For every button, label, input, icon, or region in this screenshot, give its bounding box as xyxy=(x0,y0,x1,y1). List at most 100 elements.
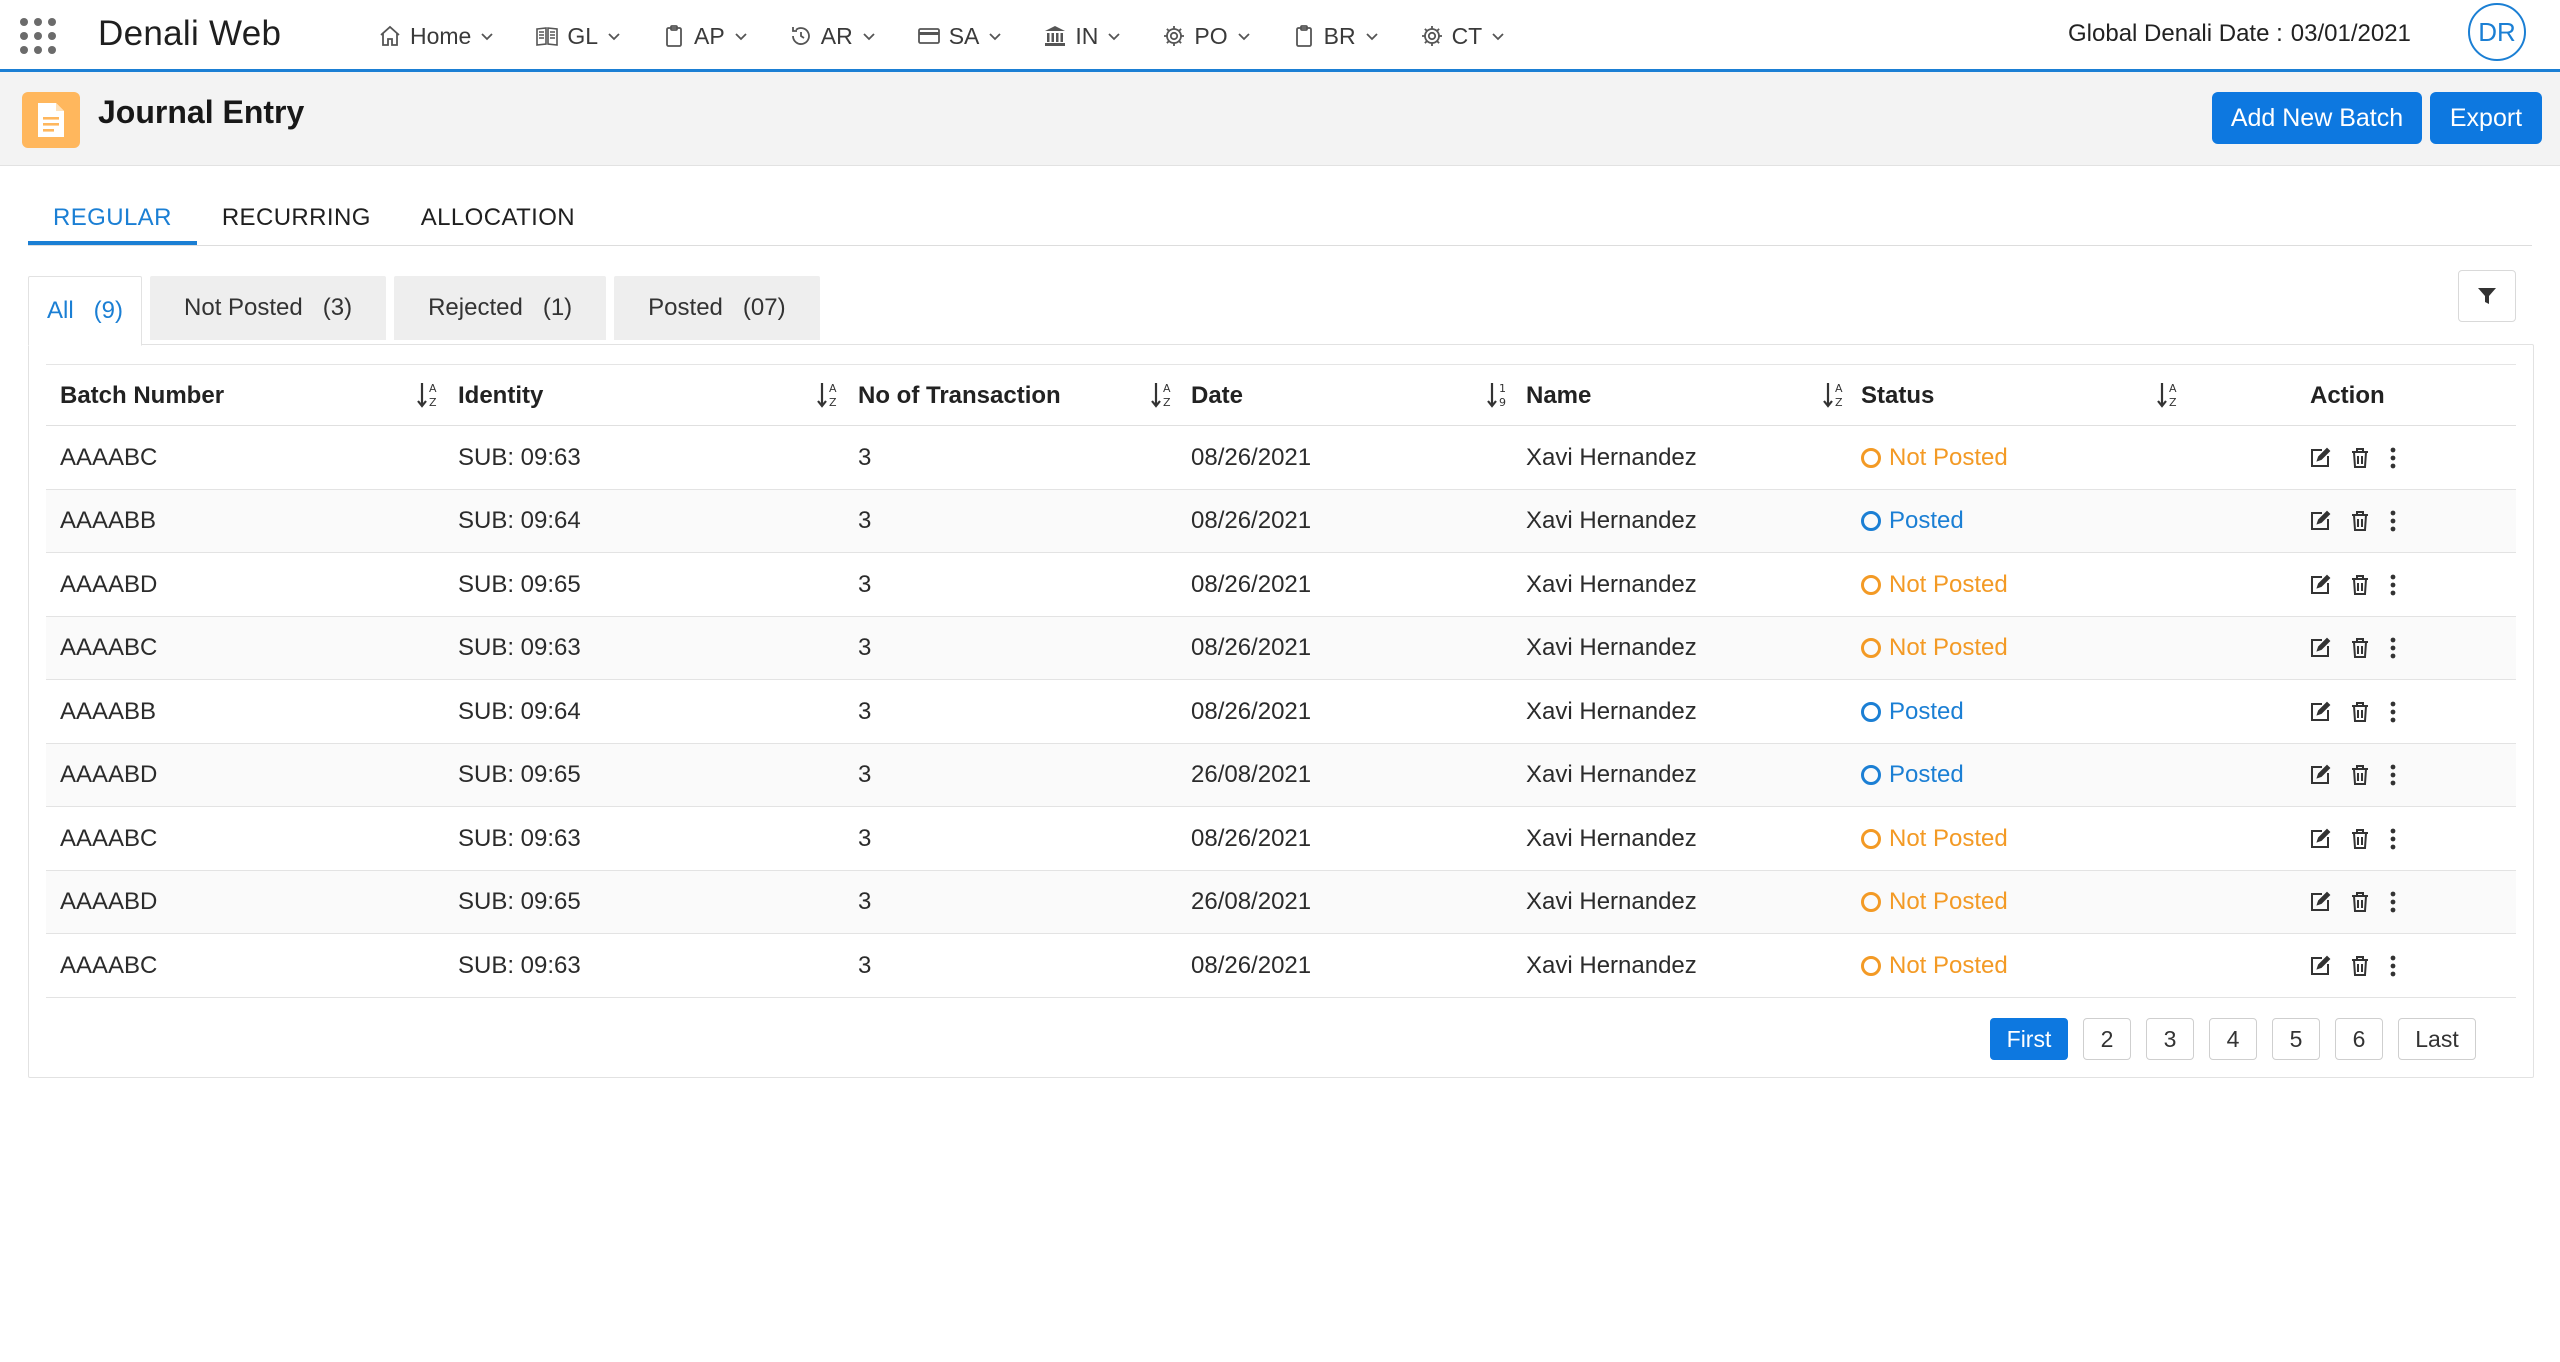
delete-icon[interactable] xyxy=(2348,636,2372,660)
sort-alpha-icon[interactable]: AZ xyxy=(816,379,842,411)
edit-icon[interactable] xyxy=(2308,954,2332,978)
export-button[interactable]: Export xyxy=(2430,92,2542,144)
transaction-count-cell: 3 xyxy=(858,570,872,598)
more-options-icon[interactable] xyxy=(2388,509,2398,533)
delete-icon[interactable] xyxy=(2348,573,2372,597)
tab-label: Posted xyxy=(648,294,723,321)
table-row[interactable]: AAAABB SUB: 09:64 3 08/26/2021 Xavi Hernande… xyxy=(46,680,2516,744)
identity-cell: SUB: 09:65 xyxy=(458,570,581,598)
page-button[interactable]: 5 xyxy=(2272,1018,2320,1060)
table-row[interactable]: AAAABD SUB: 09:65 3 08/26/2021 Xavi Hernande… xyxy=(46,553,2516,617)
delete-icon[interactable] xyxy=(2348,700,2372,724)
table-row[interactable]: AAAABC SUB: 09:63 3 08/26/2021 Xavi Hernande… xyxy=(46,616,2516,680)
name-cell: Xavi Hernandez xyxy=(1526,507,1697,534)
transaction-count-cell: 3 xyxy=(858,888,872,915)
page-last-button[interactable]: Last xyxy=(2398,1018,2476,1060)
tab-count: (1) xyxy=(542,294,573,321)
name-cell: Xavi Hernandez xyxy=(1526,697,1697,725)
status-circle-icon xyxy=(1861,892,1881,912)
identity-cell: SUB: 09:63 xyxy=(458,443,581,471)
row-actions xyxy=(2308,426,2398,489)
page-button[interactable]: 6 xyxy=(2335,1018,2383,1060)
tab-rejected[interactable]: Rejected (1) xyxy=(394,276,607,340)
sort-alpha-icon[interactable]: AZ xyxy=(2156,379,2182,411)
edit-icon[interactable] xyxy=(2308,636,2332,660)
sort-numeric-icon[interactable]: 19 xyxy=(1486,379,1512,411)
sort-alpha-icon[interactable]: AZ xyxy=(1150,379,1176,411)
nav-item-in[interactable]: IN xyxy=(1043,18,1122,54)
batch-number-cell: AAAABB xyxy=(60,697,157,725)
delete-icon[interactable] xyxy=(2348,827,2372,851)
global-date-value: 03/01/2021 xyxy=(2290,20,2411,47)
nav-item-sa[interactable]: SA xyxy=(917,18,1004,54)
table-row[interactable]: AAAABD SUB: 09:65 3 26/08/2021 Xavi Hernande… xyxy=(46,870,2516,934)
svg-text:A: A xyxy=(2169,382,2177,395)
delete-icon[interactable] xyxy=(2348,954,2372,978)
add-new-batch-button[interactable]: Add New Batch xyxy=(2212,92,2422,144)
nav-item-ar[interactable]: AR xyxy=(789,18,877,54)
table-row[interactable]: AAAABC SUB: 09:63 3 08/26/2021 Xavi Hernande… xyxy=(46,934,2516,998)
svg-text:A: A xyxy=(429,382,437,395)
tab-posted[interactable]: Posted (07) xyxy=(614,276,820,340)
nav-item-po[interactable]: PO xyxy=(1162,18,1251,54)
page-button[interactable]: 3 xyxy=(2146,1018,2194,1060)
delete-icon[interactable] xyxy=(2348,446,2372,470)
edit-icon[interactable] xyxy=(2308,827,2332,851)
status-badge: Posted xyxy=(1861,490,1964,553)
transaction-count-cell: 3 xyxy=(858,824,872,852)
status-label: Posted xyxy=(1889,507,1964,534)
edit-icon[interactable] xyxy=(2308,700,2332,724)
table-row[interactable]: AAAABD SUB: 09:65 3 26/08/2021 Xavi Hernande… xyxy=(46,743,2516,807)
tab-allocation[interactable]: ALLOCATION xyxy=(396,196,600,245)
edit-icon[interactable] xyxy=(2308,573,2332,597)
page-first-button[interactable]: First xyxy=(1990,1018,2068,1060)
edit-icon[interactable] xyxy=(2308,446,2332,470)
tab-all[interactable]: All (9) xyxy=(28,276,143,346)
more-options-icon[interactable] xyxy=(2388,890,2398,914)
status-circle-icon xyxy=(1861,638,1881,658)
nav-item-br[interactable]: BR xyxy=(1292,18,1380,54)
sort-alpha-icon[interactable]: AZ xyxy=(1822,379,1848,411)
nav-item-home[interactable]: Home xyxy=(378,18,495,54)
more-options-icon[interactable] xyxy=(2388,636,2398,660)
table-row[interactable]: AAAABB SUB: 09:64 3 08/26/2021 Xavi Hernande… xyxy=(46,489,2516,553)
transaction-count-cell: 3 xyxy=(858,951,872,979)
name-cell: Xavi Hernandez xyxy=(1526,443,1697,471)
status-circle-icon xyxy=(1861,511,1881,531)
batch-number-cell: AAAABD xyxy=(60,570,158,598)
date-cell: 26/08/2021 xyxy=(1191,888,1312,915)
tab-recurring[interactable]: RECURRING xyxy=(197,196,396,245)
batch-number-cell: AAAABB xyxy=(60,507,157,534)
more-options-icon[interactable] xyxy=(2388,954,2398,978)
more-options-icon[interactable] xyxy=(2388,573,2398,597)
date-cell: 08/26/2021 xyxy=(1191,507,1312,534)
app-launcher-icon[interactable] xyxy=(20,18,58,56)
filter-button[interactable] xyxy=(2458,270,2516,322)
global-date: Global Denali Date : 03/01/2021 xyxy=(2068,20,2411,48)
more-options-icon[interactable] xyxy=(2388,446,2398,470)
tab-regular[interactable]: REGULAR xyxy=(28,196,197,245)
delete-icon[interactable] xyxy=(2348,890,2372,914)
avatar[interactable]: DR xyxy=(2468,3,2526,61)
tab-count: (07) xyxy=(742,294,786,321)
nav-item-ct[interactable]: CT xyxy=(1420,18,1507,54)
nav-item-ap[interactable]: AP xyxy=(662,18,749,54)
status-label: Posted xyxy=(1889,761,1964,788)
delete-icon[interactable] xyxy=(2348,509,2372,533)
table-row[interactable]: AAAABC SUB: 09:63 3 08/26/2021 Xavi Hernande… xyxy=(46,807,2516,871)
edit-icon[interactable] xyxy=(2308,890,2332,914)
delete-icon[interactable] xyxy=(2348,763,2372,787)
name-cell: Xavi Hernandez xyxy=(1526,951,1697,979)
nav-item-gl[interactable]: GL xyxy=(535,18,622,54)
sort-alpha-icon[interactable]: AZ xyxy=(416,379,442,411)
edit-icon[interactable] xyxy=(2308,763,2332,787)
status-circle-icon xyxy=(1861,701,1881,722)
more-options-icon[interactable] xyxy=(2388,763,2398,787)
more-options-icon[interactable] xyxy=(2388,827,2398,851)
edit-icon[interactable] xyxy=(2308,509,2332,533)
table-row[interactable]: AAAABC SUB: 09:63 3 08/26/2021 Xavi Hernande… xyxy=(46,426,2516,490)
page-button[interactable]: 2 xyxy=(2083,1018,2131,1060)
tab-not-posted[interactable]: Not Posted (3) xyxy=(150,276,387,340)
page-button[interactable]: 4 xyxy=(2209,1018,2257,1060)
more-options-icon[interactable] xyxy=(2388,700,2398,724)
